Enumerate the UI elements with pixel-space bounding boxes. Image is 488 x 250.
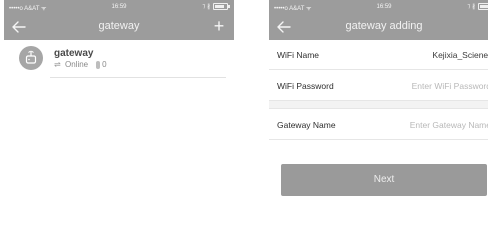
thermometer-icon (96, 60, 101, 69)
wifi-name-value[interactable]: Kejixia_Sciener (432, 50, 488, 60)
status-indicator-glyphs: ⁊ ∦ (467, 4, 475, 10)
sync-arrows-icon: ⇌ (54, 60, 61, 69)
gateway-device-icon (19, 46, 43, 70)
battery-icon (478, 3, 488, 10)
gateway-name-label: Gateway Name (277, 120, 336, 130)
gateway-name: gateway (54, 48, 94, 59)
wifi-name-label: WiFi Name (277, 50, 320, 60)
wifi-password-input[interactable] (361, 79, 488, 93)
status-indicators: ⁊ ∦ (202, 3, 230, 10)
top-bar: •••••o A&AT ᯤ 16:59 ⁊ ∦ gateway + (4, 0, 234, 40)
add-icon[interactable]: + (210, 17, 228, 35)
status-time: 16:59 (111, 4, 127, 10)
page-title: gateway (98, 20, 140, 32)
status-time: 16:59 (376, 4, 392, 10)
divider (50, 77, 226, 78)
gateway-list-screen: •••••o A&AT ᯤ 16:59 ⁊ ∦ gateway + gatewa… (4, 0, 234, 250)
gateway-adding-screen: •••••o A&AT ᯤ 16:59 ⁊ ∦ gateway adding W… (269, 0, 488, 250)
page-title: gateway adding (345, 20, 423, 32)
next-button[interactable]: Next (281, 164, 487, 196)
wifi-password-label: WiFi Password (277, 81, 334, 91)
online-status-text: Online (65, 60, 89, 69)
wifi-name-row: WiFi Name Kejixia_Sciener (269, 40, 488, 70)
status-bar: •••••o A&AT ᯤ 16:59 ⁊ ∦ (269, 0, 488, 14)
gateway-name-input[interactable] (361, 118, 488, 132)
gateway-status: ⇌ Online 0 (54, 60, 107, 69)
top-bar: •••••o A&AT ᯤ 16:59 ⁊ ∦ gateway adding (269, 0, 488, 40)
gateway-name-row: Gateway Name (269, 110, 488, 140)
status-indicators: ⁊ ∦ (467, 3, 488, 10)
navigation-bar: gateway adding (269, 14, 488, 40)
gateway-list-item[interactable]: gateway ⇌ Online 0 (4, 40, 234, 78)
status-bar: •••••o A&AT ᯤ 16:59 ⁊ ∦ (4, 0, 234, 14)
device-count: 0 (102, 60, 107, 69)
section-gap (269, 101, 488, 109)
wifi-password-row: WiFi Password (269, 71, 488, 101)
navigation-bar: gateway + (4, 14, 234, 40)
battery-icon (213, 3, 230, 10)
status-indicator-glyphs: ⁊ ∦ (202, 4, 210, 10)
